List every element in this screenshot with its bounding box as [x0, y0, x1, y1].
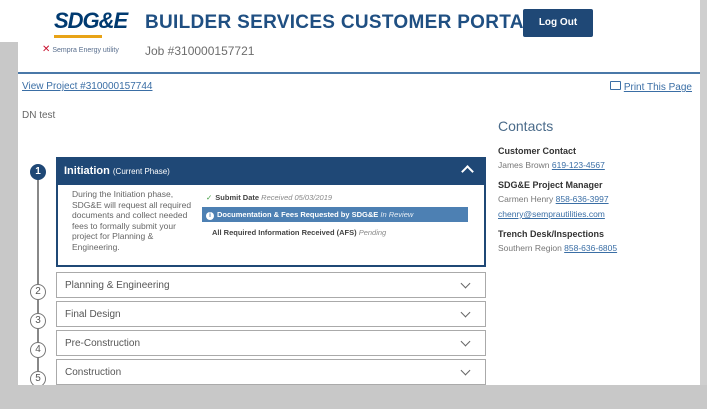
phase-step-5: 5	[30, 371, 46, 385]
contact-role: SDG&E Project Manager	[498, 180, 603, 190]
phase-status-list: ✓ Submit Date Received 05/03/2019 i Docume…	[202, 191, 468, 239]
contact-region: Southern Region	[498, 243, 562, 253]
phase-initiation-header[interactable]: Initiation (Current Phase)	[56, 157, 486, 185]
phase-title: Initiation (Current Phase)	[64, 165, 170, 177]
contact-phone-link[interactable]: 619-123-4567	[552, 160, 605, 170]
chevron-down-icon	[460, 307, 471, 318]
print-page-label: Print This Page	[623, 82, 692, 93]
status-item-submit-date: ✓ Submit Date Received 05/03/2019	[202, 191, 468, 204]
contact-line: Carmen Henry 858-636-3997	[498, 194, 698, 204]
view-project-link[interactable]: View Project #310000157744	[22, 81, 152, 92]
logout-button[interactable]: Log Out	[523, 9, 593, 37]
contact-role: Trench Desk/Inspections	[498, 229, 605, 239]
chevron-down-icon	[460, 336, 471, 347]
screenshot-frame-bottom	[0, 385, 707, 409]
logo-tagline: Sempra Energy utility	[52, 47, 119, 54]
job-number: Job #310000157721	[145, 44, 255, 58]
phase-name: Final Design	[65, 309, 121, 320]
contacts-heading: Contacts	[498, 118, 554, 134]
chevron-down-icon	[460, 365, 471, 376]
chevron-down-icon	[460, 278, 471, 289]
current-phase-label: (Current Phase)	[112, 167, 170, 176]
trench-desk-contact: Trench Desk/Inspections Southern Region …	[498, 229, 698, 253]
customer-contact: Customer Contact James Brown 619-123-456…	[498, 146, 698, 170]
screenshot-frame-left	[0, 42, 18, 409]
screenshot-frame-right	[700, 0, 707, 409]
status-detail: Received 05/03/2019	[261, 193, 333, 202]
portal-page: SDG&E ✕ Sempra Energy utility BUILDER SE…	[18, 0, 700, 385]
sdge-logo[interactable]: SDG&E ✕ Sempra Energy utility	[32, 6, 142, 62]
check-icon: ✓	[206, 193, 213, 202]
chevron-up-icon[interactable]	[461, 165, 474, 178]
phase-name: Pre-Construction	[65, 338, 141, 349]
contact-line: James Brown 619-123-4567	[498, 160, 698, 170]
phase-step-4: 4	[30, 342, 46, 358]
phase-description: During the Initiation phase, SDG&E will …	[72, 189, 192, 252]
print-page-link[interactable]: Print This Page	[609, 81, 692, 93]
logo-tagline-row: ✕ Sempra Energy utility	[42, 44, 119, 55]
phase-final-design[interactable]: Final Design	[56, 301, 486, 327]
phase-planning-engineering[interactable]: Planning & Engineering	[56, 272, 486, 298]
phase-name: Initiation	[64, 165, 110, 177]
printer-icon	[609, 81, 621, 90]
contact-line: chenry@semprautilities.com	[498, 209, 698, 219]
phase-step-2: 2	[30, 284, 46, 300]
contact-phone-link[interactable]: 858-636-3997	[556, 194, 609, 204]
logo-wordmark: SDG&E	[54, 8, 128, 33]
phase-name: Planning & Engineering	[65, 280, 170, 291]
contact-email-link[interactable]: chenry@semprautilities.com	[498, 209, 605, 219]
phase-initiation-body: During the Initiation phase, SDG&E will …	[56, 185, 486, 267]
sempra-logo-icon: ✕	[42, 44, 51, 55]
contact-phone-link[interactable]: 858-636-6805	[564, 243, 617, 253]
phase-step-1: 1	[30, 164, 46, 180]
status-item-documentation: i Documentation & Fees Requested by SDG&E…	[202, 207, 468, 222]
contact-name: James Brown	[498, 160, 550, 170]
page-title: BUILDER SERVICES CUSTOMER PORTAL	[145, 12, 536, 33]
status-item-afs: All Required Information Received (AFS) …	[202, 226, 468, 239]
phase-step-3: 3	[30, 313, 46, 329]
status-detail: Pending	[358, 228, 387, 237]
status-label: All Required Information Received (AFS)	[212, 228, 357, 237]
logo-underline	[54, 35, 102, 38]
contact-name: Carmen Henry	[498, 194, 554, 204]
contact-line: Southern Region 858-636-6805	[498, 243, 698, 253]
info-icon: i	[206, 212, 214, 220]
status-label: Submit Date	[215, 193, 260, 202]
project-note: DN test	[22, 110, 56, 121]
phase-construction[interactable]: Construction	[56, 359, 486, 385]
contacts-panel: Contacts Customer Contact James Brown 61…	[498, 118, 698, 263]
status-label: Documentation & Fees Requested by SDG&E	[217, 210, 379, 219]
page-header: SDG&E ✕ Sempra Energy utility BUILDER SE…	[18, 0, 700, 74]
phase-pre-construction[interactable]: Pre-Construction	[56, 330, 486, 356]
phase-name: Construction	[65, 367, 122, 378]
contact-role: Customer Contact	[498, 146, 577, 156]
project-manager-contact: SDG&E Project Manager Carmen Henry 858-6…	[498, 180, 698, 219]
status-detail: In Review	[380, 210, 414, 219]
